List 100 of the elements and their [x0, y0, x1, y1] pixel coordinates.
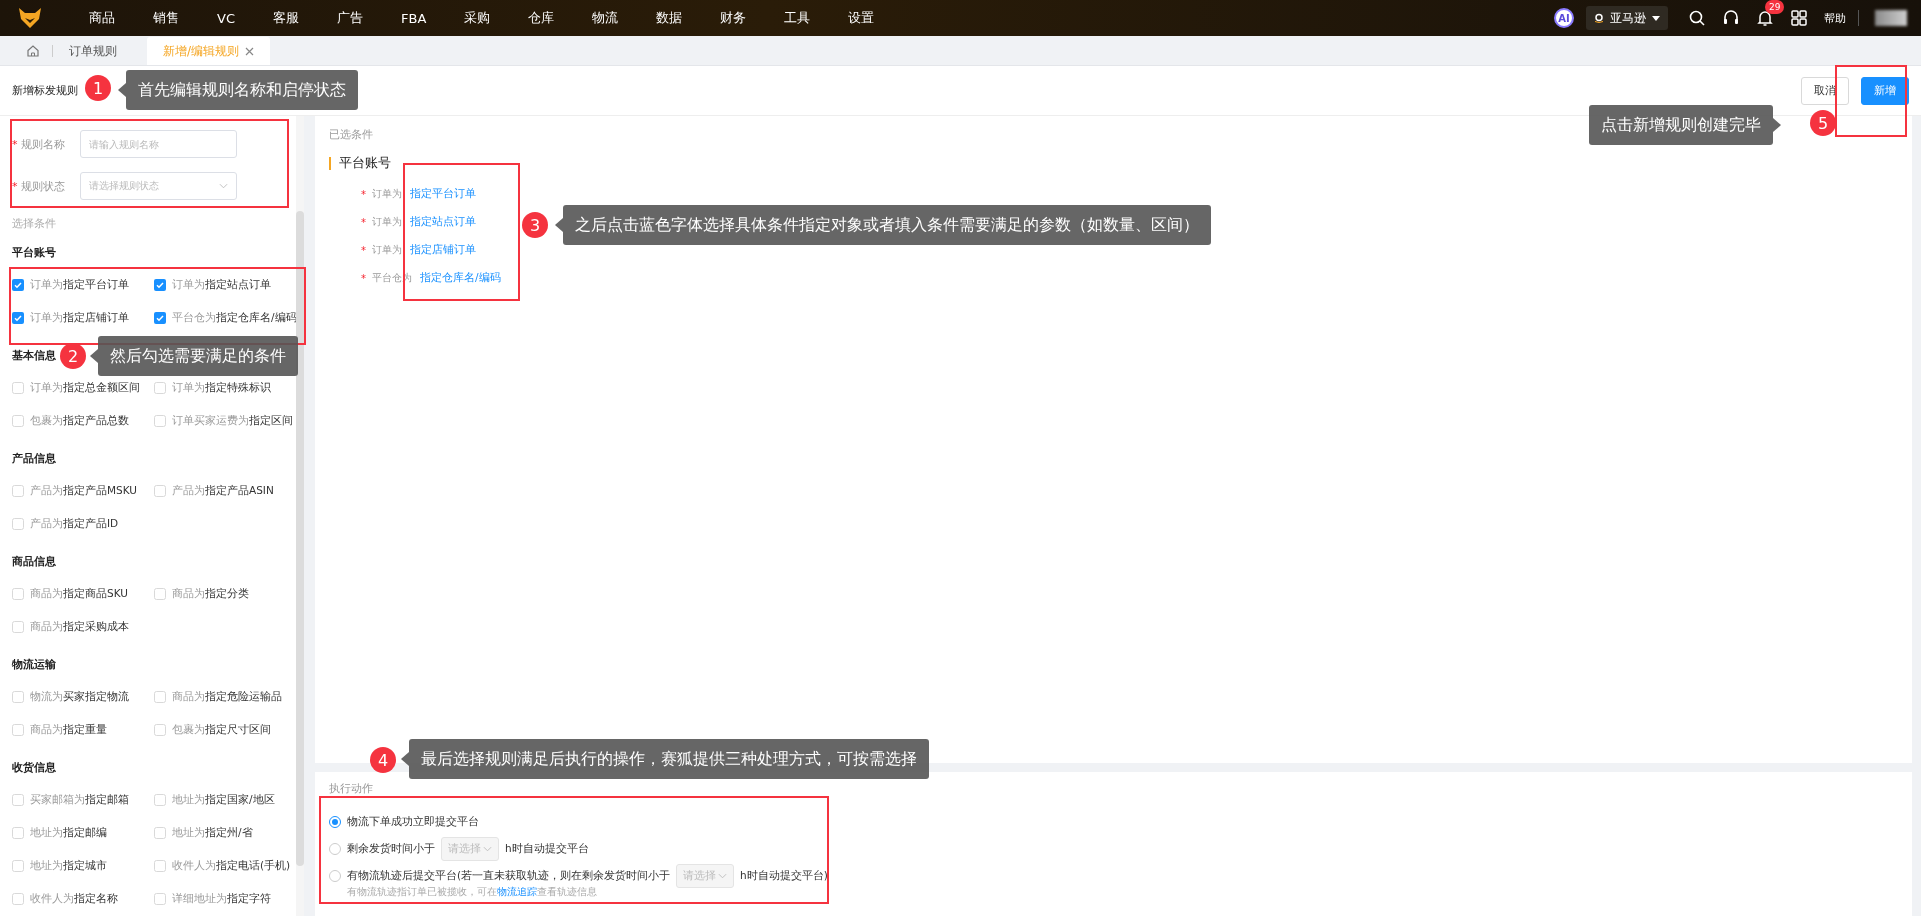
callout: 首先编辑规则名称和启停状态 [126, 70, 358, 110]
checkbox-label[interactable]: 商品为指定采购成本 [30, 619, 129, 634]
checkbox-label[interactable]: 订单买家运费为指定区间 [172, 413, 293, 428]
close-icon[interactable] [245, 46, 255, 56]
group-title: 收货信息 [12, 760, 56, 775]
help-link[interactable]: 帮助 [1824, 10, 1846, 26]
checkbox-label[interactable]: 订单为指定总金额区间 [30, 380, 140, 395]
checkbox-label[interactable]: 收件人为指定名称 [30, 891, 118, 906]
callout-pointer [90, 349, 98, 363]
callout: 然后勾选需要满足的条件 [98, 336, 298, 376]
checkbox[interactable] [12, 620, 24, 633]
search-icon[interactable] [1688, 9, 1706, 27]
checkbox-label[interactable]: 商品为指定商品SKU [30, 586, 128, 601]
checkbox[interactable] [12, 484, 24, 497]
checkbox-label[interactable]: 订单为指定特殊标识 [172, 380, 271, 395]
checkbox[interactable] [154, 793, 166, 806]
checkbox[interactable] [154, 690, 166, 703]
nav-item[interactable]: 物流 [573, 9, 638, 27]
checkbox[interactable] [154, 826, 166, 839]
nav-item[interactable]: FBA [382, 10, 446, 26]
group-title: 产品信息 [12, 451, 56, 466]
checkbox[interactable] [12, 859, 24, 872]
radio-button[interactable] [329, 815, 341, 828]
callout: 最后选择规则满足后执行的操作，赛狐提供三种处理方式，可按需选择 [409, 739, 929, 779]
checkbox[interactable] [154, 414, 166, 427]
checkbox[interactable] [12, 381, 24, 394]
checkbox[interactable] [154, 311, 166, 324]
checkbox-label[interactable]: 包裹为指定尺寸区间 [172, 722, 271, 737]
store-selector[interactable]: 亚马逊 [1586, 6, 1668, 30]
section-label: 已选条件 [329, 128, 374, 142]
nav-item[interactable]: VC [198, 10, 254, 26]
required-mark: * [12, 137, 18, 151]
highlight-frame [1835, 65, 1907, 137]
checkbox[interactable] [12, 278, 24, 291]
bell-icon[interactable] [1756, 9, 1774, 27]
checkbox[interactable] [154, 484, 166, 497]
checkbox-label[interactable]: 地址为指定城市 [30, 858, 107, 873]
checkbox[interactable] [12, 826, 24, 839]
checkbox-label[interactable]: 收件人为指定电话(手机) [172, 858, 291, 873]
checkbox[interactable] [12, 517, 24, 530]
checkbox[interactable] [12, 311, 24, 324]
callout-pointer [401, 752, 409, 766]
checkbox-label[interactable]: 产品为指定产品ID [30, 516, 119, 531]
checkbox-label[interactable]: 产品为指定产品MSKU [30, 483, 137, 498]
checkbox[interactable] [154, 859, 166, 872]
chevron-down-icon [219, 183, 228, 189]
option-label[interactable]: 剩余发货时间小于 [347, 841, 435, 856]
radio-button[interactable] [329, 869, 341, 882]
checkbox[interactable] [12, 414, 24, 427]
nav-item[interactable]: 仓库 [509, 9, 574, 27]
checkbox-label[interactable]: 地址为指定州/省 [172, 825, 253, 840]
checkbox-label[interactable]: 订单为指定站点订单 [172, 277, 271, 292]
hint-text: 有物流轨迹指订单已被揽收，可在物流追踪查看轨迹信息 [346, 885, 598, 899]
checkbox[interactable] [12, 723, 24, 736]
checkbox-label[interactable]: 商品为指定重量 [30, 722, 107, 737]
checkbox[interactable] [154, 587, 166, 600]
checkbox-label[interactable]: 包裹为指定产品总数 [30, 413, 129, 428]
condition-label: 订单为 [372, 187, 402, 201]
nav-item[interactable]: 广告 [318, 9, 382, 27]
checkbox[interactable] [12, 587, 24, 600]
checkbox-label[interactable]: 订单为指定店铺订单 [30, 310, 129, 325]
nav-item[interactable]: 设置 [829, 9, 894, 27]
checkbox-label[interactable]: 订单为指定平台订单 [30, 277, 129, 292]
grid-icon[interactable] [1790, 9, 1808, 27]
nav-item[interactable]: 数据 [637, 9, 702, 27]
checkbox[interactable] [154, 381, 166, 394]
avatar[interactable] [1875, 10, 1907, 26]
option-label[interactable]: 物流下单成功立即提交平台 [347, 814, 479, 829]
checkbox[interactable] [12, 690, 24, 703]
tab[interactable]: 订单规则 [53, 37, 133, 65]
nav-item[interactable]: 财务 [701, 9, 766, 27]
scrollbar[interactable] [296, 116, 304, 916]
checkbox-label[interactable]: 商品为指定危险运输品 [172, 689, 282, 704]
checkbox[interactable] [12, 793, 24, 806]
nav-item[interactable]: 工具 [765, 9, 830, 27]
nav-item[interactable]: 销售 [134, 9, 198, 27]
required-mark: * [361, 244, 366, 256]
checkbox-label[interactable]: 详细地址为指定字符 [172, 891, 271, 906]
checkbox-label[interactable]: 地址为指定邮编 [30, 825, 107, 840]
checkbox-label[interactable]: 物流为买家指定物流 [30, 689, 129, 704]
checkbox-label[interactable]: 商品为指定分类 [172, 586, 249, 601]
nav-item[interactable]: 客服 [254, 9, 318, 27]
group-title: 商品信息 [12, 554, 56, 569]
nav-item[interactable]: 采购 [445, 9, 510, 27]
radio-button[interactable] [329, 842, 341, 855]
checkbox-label[interactable]: 产品为指定产品ASIN [172, 483, 274, 498]
checkbox[interactable] [154, 723, 166, 736]
checkbox[interactable] [154, 892, 166, 905]
ai-button[interactable]: AI [1554, 8, 1574, 28]
checkbox-label[interactable]: 地址为指定国家/地区 [172, 792, 275, 807]
checkbox-label[interactable]: 平台仓为指定仓库名/编码 [172, 310, 296, 325]
nav-item[interactable]: 商品 [70, 9, 134, 27]
checkbox-label[interactable]: 买家邮箱为指定邮箱 [30, 792, 129, 807]
headset-icon[interactable] [1722, 9, 1740, 27]
cancel-button[interactable]: 取消 [1801, 76, 1849, 105]
option-label[interactable]: 有物流轨迹后提交平台(若一直未获取轨迹，则在剩余发货时间小于 [347, 868, 671, 883]
home-icon[interactable] [26, 44, 40, 58]
name-input[interactable]: 请输入规则名称 [80, 130, 237, 158]
checkbox[interactable] [154, 278, 166, 291]
checkbox[interactable] [12, 892, 24, 905]
